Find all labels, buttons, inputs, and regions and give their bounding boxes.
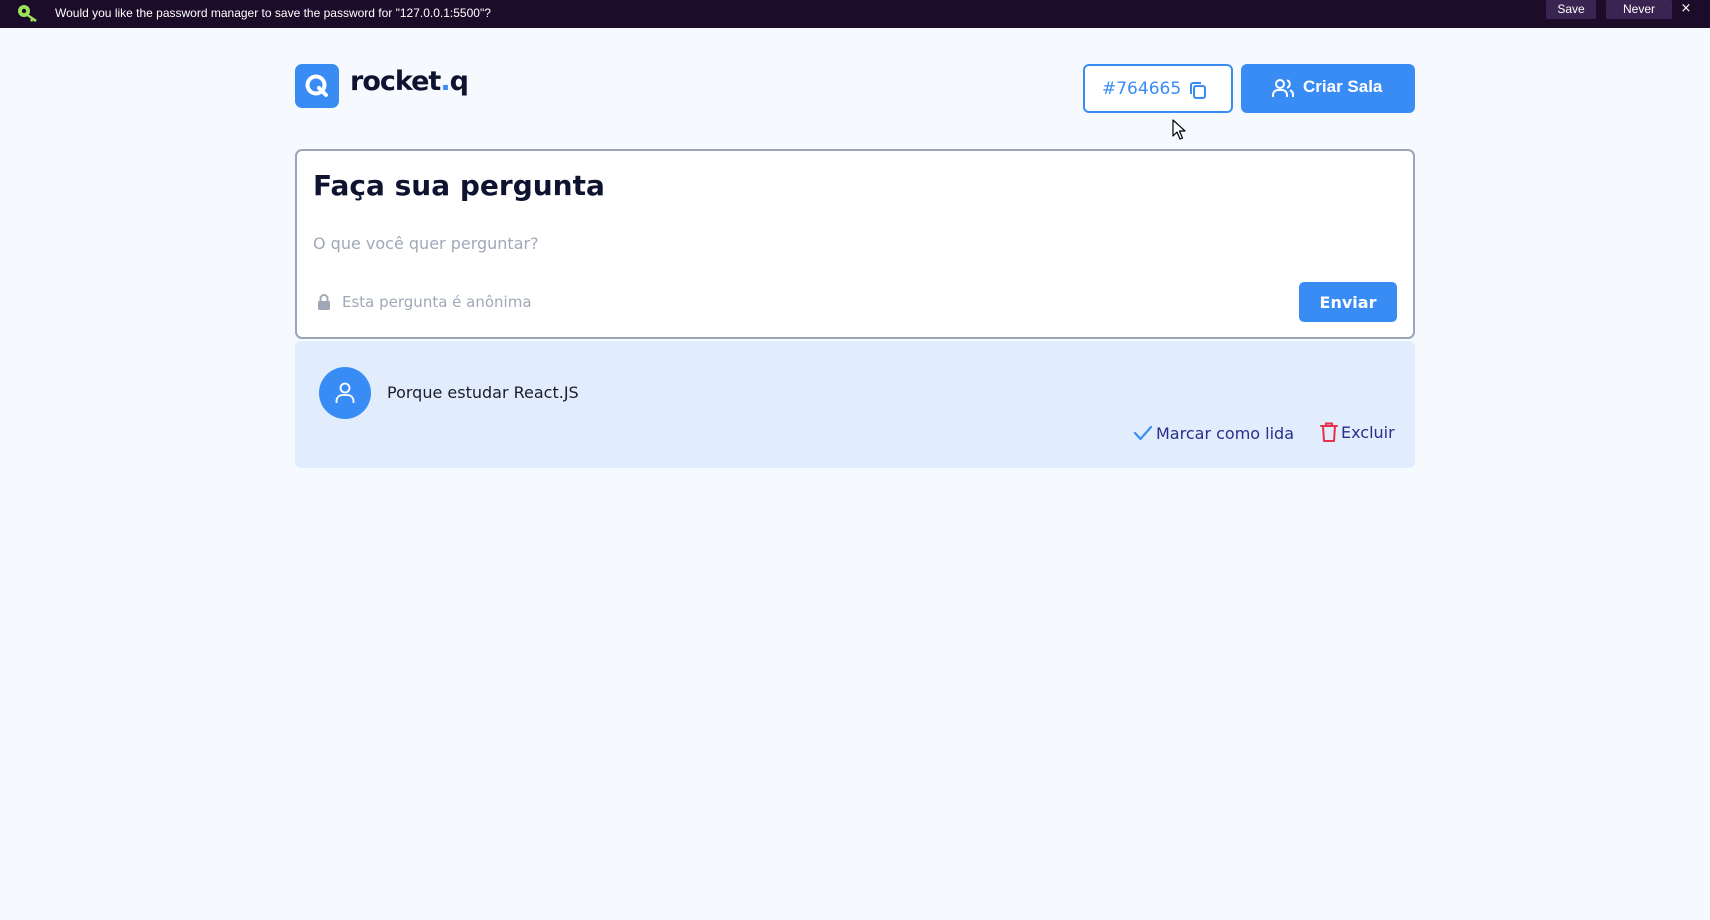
send-button[interactable]: Enviar: [1299, 282, 1397, 322]
avatar: [319, 367, 371, 419]
user-icon: [335, 382, 355, 403]
password-manager-message: Would you like the password manager to s…: [55, 6, 491, 20]
never-save-button[interactable]: Never: [1606, 0, 1672, 19]
create-room-label: Criar Sala: [1303, 77, 1383, 96]
mark-as-read-label: Marcar como lida: [1156, 423, 1294, 443]
trash-icon: [1320, 422, 1338, 442]
copy-icon: [1190, 82, 1206, 99]
question-input[interactable]: [313, 228, 1393, 258]
form-title: Faça sua pergunta: [313, 169, 605, 202]
lock-icon: [318, 294, 330, 310]
question-item: Porque estudar React.JS Marcar como lida…: [295, 341, 1415, 468]
logo-text: rocket.q: [350, 66, 469, 97]
save-password-button[interactable]: Save: [1546, 0, 1596, 19]
delete-label: Excluir: [1341, 422, 1395, 442]
check-icon: [1133, 425, 1153, 441]
close-icon[interactable]: ×: [1678, 0, 1694, 19]
key-icon: [18, 5, 37, 22]
question-form: Faça sua pergunta Esta pergunta é anônim…: [295, 149, 1415, 339]
create-room-button[interactable]: Criar Sala: [1241, 64, 1415, 113]
room-code-button[interactable]: #764665: [1083, 64, 1233, 113]
question-text: Porque estudar React.JS: [387, 383, 579, 402]
mark-as-read-button[interactable]: Marcar como lida: [1133, 421, 1294, 445]
users-icon: [1272, 79, 1294, 97]
mouse-cursor-icon: [1172, 119, 1186, 140]
logo-icon: [295, 64, 339, 108]
delete-button[interactable]: Excluir: [1319, 419, 1395, 445]
password-manager-bar: Would you like the password manager to s…: [0, 0, 1710, 28]
anonymous-label: Esta pergunta é anônima: [342, 293, 532, 311]
room-code-label: #764665: [1102, 78, 1182, 99]
